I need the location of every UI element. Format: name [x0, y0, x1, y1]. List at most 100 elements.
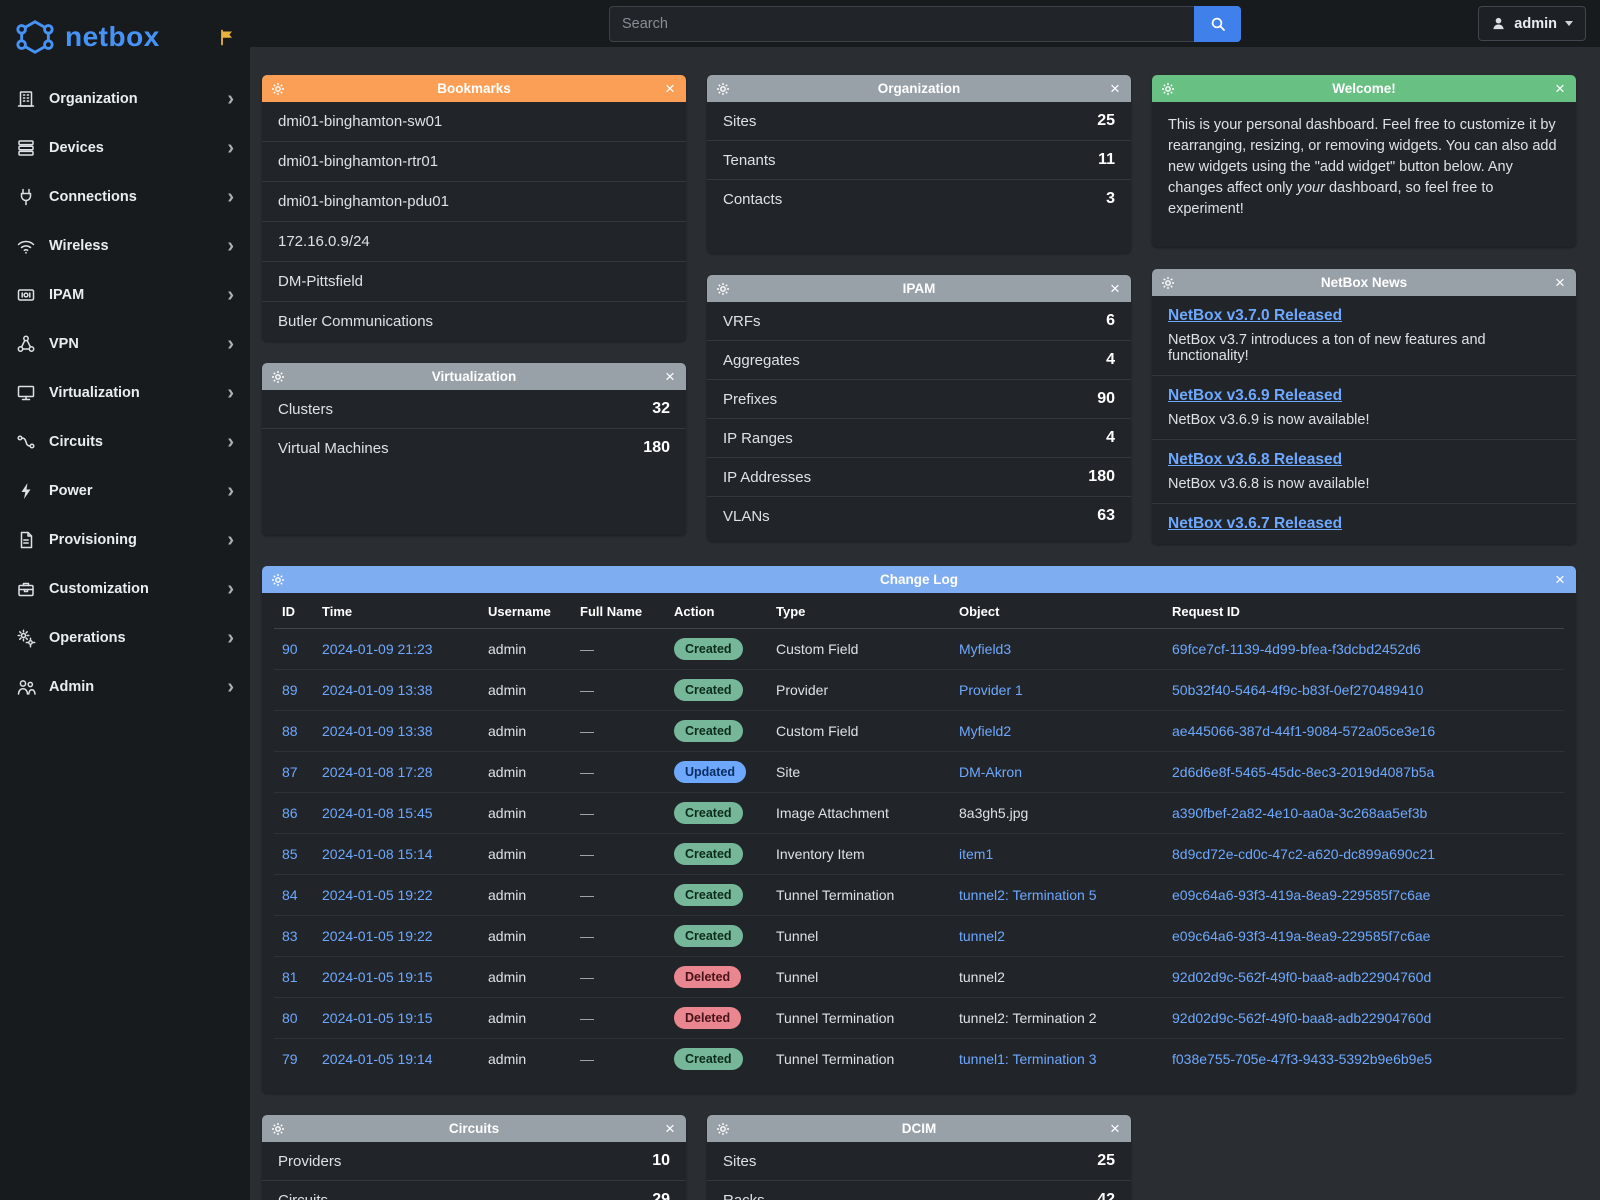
stat-value-link[interactable]: 180 [643, 439, 670, 457]
changelog-id-link[interactable]: 84 [274, 875, 314, 916]
widget-config-icon[interactable] [271, 1122, 285, 1136]
widget-close-icon[interactable]: × [1108, 1120, 1122, 1137]
sidebar-item-organization[interactable]: Organization › [0, 74, 250, 123]
stat-value-link[interactable]: 3 [1106, 190, 1115, 208]
stat-value-link[interactable]: 180 [1088, 468, 1115, 486]
changelog-time-link[interactable]: 2024-01-09 21:23 [314, 629, 480, 670]
changelog-time-link[interactable]: 2024-01-08 15:45 [314, 793, 480, 834]
changelog-id-link[interactable]: 79 [274, 1039, 314, 1080]
sidebar-item-wireless[interactable]: Wireless › [0, 221, 250, 270]
changelog-request-id-link[interactable]: f038e755-705e-47f3-9433-5392b9e6b9e5 [1164, 1039, 1564, 1080]
sidebar-item-operations[interactable]: Operations › [0, 613, 250, 662]
news-link[interactable]: NetBox v3.6.7 Released [1168, 515, 1342, 533]
sidebar-item-connections[interactable]: Connections › [0, 172, 250, 221]
search-input[interactable] [609, 6, 1194, 42]
changelog-time-link[interactable]: 2024-01-05 19:15 [314, 998, 480, 1039]
bookmark-item[interactable]: Butler Communications [262, 301, 686, 341]
changelog-request-id-link[interactable]: 8d9cd72e-cd0c-47c2-a620-dc899a690c21 [1164, 834, 1564, 875]
changelog-time-link[interactable]: 2024-01-05 19:15 [314, 957, 480, 998]
stat-value-link[interactable]: 42 [1097, 1191, 1115, 1200]
widget-config-icon[interactable] [1161, 276, 1175, 290]
changelog-request-id-link[interactable]: 50b32f40-5464-4f9c-b83f-0ef270489410 [1164, 670, 1564, 711]
changelog-time-link[interactable]: 2024-01-05 19:14 [314, 1039, 480, 1080]
stat-value-link[interactable]: 29 [652, 1191, 670, 1200]
changelog-time-link[interactable]: 2024-01-09 13:38 [314, 670, 480, 711]
bookmark-item[interactable]: dmi01-binghamton-rtr01 [262, 141, 686, 181]
sidebar-item-provisioning[interactable]: Provisioning › [0, 515, 250, 564]
changelog-request-id-link[interactable]: 92d02d9c-562f-49f0-baa8-adb22904760d [1164, 957, 1564, 998]
changelog-id-link[interactable]: 80 [274, 998, 314, 1039]
changelog-time-link[interactable]: 2024-01-08 17:28 [314, 752, 480, 793]
changelog-time-link[interactable]: 2024-01-09 13:38 [314, 711, 480, 752]
changelog-object[interactable]: DM-Akron [951, 752, 1164, 793]
widget-config-icon[interactable] [271, 573, 285, 587]
changelog-id-link[interactable]: 85 [274, 834, 314, 875]
stat-value-link[interactable]: 90 [1097, 390, 1115, 408]
changelog-object[interactable]: tunnel2: Termination 2 [951, 998, 1164, 1039]
widget-close-icon[interactable]: × [1108, 80, 1122, 97]
changelog-object[interactable]: tunnel2 [951, 916, 1164, 957]
changelog-id-link[interactable]: 86 [274, 793, 314, 834]
stat-value-link[interactable]: 25 [1097, 1152, 1115, 1170]
widget-config-icon[interactable] [271, 370, 285, 384]
pin-sidebar-icon[interactable] [219, 29, 236, 46]
widget-config-icon[interactable] [716, 282, 730, 296]
bookmark-item[interactable]: 172.16.0.9/24 [262, 221, 686, 261]
changelog-id-link[interactable]: 90 [274, 629, 314, 670]
widget-close-icon[interactable]: × [663, 80, 677, 97]
widget-close-icon[interactable]: × [1108, 280, 1122, 297]
changelog-id-link[interactable]: 83 [274, 916, 314, 957]
changelog-object[interactable]: item1 [951, 834, 1164, 875]
changelog-request-id-link[interactable]: e09c64a6-93f3-419a-8ea9-229585f7c6ae [1164, 916, 1564, 957]
widget-close-icon[interactable]: × [1553, 571, 1567, 588]
widget-close-icon[interactable]: × [663, 1120, 677, 1137]
widget-config-icon[interactable] [716, 82, 730, 96]
stat-value-link[interactable]: 32 [652, 400, 670, 418]
news-link[interactable]: NetBox v3.6.8 Released [1168, 451, 1342, 469]
changelog-object[interactable]: Myfield2 [951, 711, 1164, 752]
stat-value-link[interactable]: 63 [1097, 507, 1115, 525]
changelog-id-link[interactable]: 89 [274, 670, 314, 711]
changelog-object[interactable]: Provider 1 [951, 670, 1164, 711]
user-menu-button[interactable]: admin [1478, 6, 1586, 41]
changelog-object[interactable]: Myfield3 [951, 629, 1164, 670]
bookmark-item[interactable]: dmi01-binghamton-sw01 [262, 102, 686, 141]
widget-close-icon[interactable]: × [663, 368, 677, 385]
changelog-id-link[interactable]: 87 [274, 752, 314, 793]
widget-close-icon[interactable]: × [1553, 274, 1567, 291]
brand[interactable]: netbox [0, 0, 250, 74]
widget-config-icon[interactable] [1161, 82, 1175, 96]
changelog-time-link[interactable]: 2024-01-05 19:22 [314, 916, 480, 957]
changelog-id-link[interactable]: 81 [274, 957, 314, 998]
stat-value-link[interactable]: 6 [1106, 312, 1115, 330]
sidebar-item-customization[interactable]: Customization › [0, 564, 250, 613]
news-link[interactable]: NetBox v3.6.9 Released [1168, 387, 1342, 405]
changelog-id-link[interactable]: 88 [274, 711, 314, 752]
changelog-request-id-link[interactable]: a390fbef-2a82-4e10-aa0a-3c268aa5ef3b [1164, 793, 1564, 834]
changelog-object[interactable]: tunnel1: Termination 3 [951, 1039, 1164, 1080]
changelog-time-link[interactable]: 2024-01-05 19:22 [314, 875, 480, 916]
widget-config-icon[interactable] [716, 1122, 730, 1136]
changelog-request-id-link[interactable]: 69fce7cf-1139-4d99-bfea-f3dcbd2452d6 [1164, 629, 1564, 670]
stat-value-link[interactable]: 11 [1098, 151, 1115, 169]
changelog-object[interactable]: tunnel2: Termination 5 [951, 875, 1164, 916]
search-button[interactable] [1194, 6, 1241, 42]
bookmark-item[interactable]: DM-Pittsfield [262, 261, 686, 301]
changelog-object[interactable]: 8a3gh5.jpg [951, 793, 1164, 834]
widget-config-icon[interactable] [271, 82, 285, 96]
news-link[interactable]: NetBox v3.7.0 Released [1168, 307, 1342, 325]
sidebar-item-virtualization[interactable]: Virtualization › [0, 368, 250, 417]
sidebar-item-power[interactable]: Power › [0, 466, 250, 515]
changelog-request-id-link[interactable]: 2d6d6e8f-5465-45dc-8ec3-2019d4087b5a [1164, 752, 1564, 793]
changelog-request-id-link[interactable]: ae445066-387d-44f1-9084-572a05ce3e16 [1164, 711, 1564, 752]
sidebar-item-devices[interactable]: Devices › [0, 123, 250, 172]
changelog-request-id-link[interactable]: e09c64a6-93f3-419a-8ea9-229585f7c6ae [1164, 875, 1564, 916]
stat-value-link[interactable]: 4 [1106, 351, 1115, 369]
changelog-request-id-link[interactable]: 92d02d9c-562f-49f0-baa8-adb22904760d [1164, 998, 1564, 1039]
stat-value-link[interactable]: 10 [652, 1152, 670, 1170]
changelog-object[interactable]: tunnel2 [951, 957, 1164, 998]
sidebar-item-ipam[interactable]: IPAM › [0, 270, 250, 319]
sidebar-item-circuits[interactable]: Circuits › [0, 417, 250, 466]
bookmark-item[interactable]: dmi01-binghamton-pdu01 [262, 181, 686, 221]
sidebar-item-vpn[interactable]: VPN › [0, 319, 250, 368]
